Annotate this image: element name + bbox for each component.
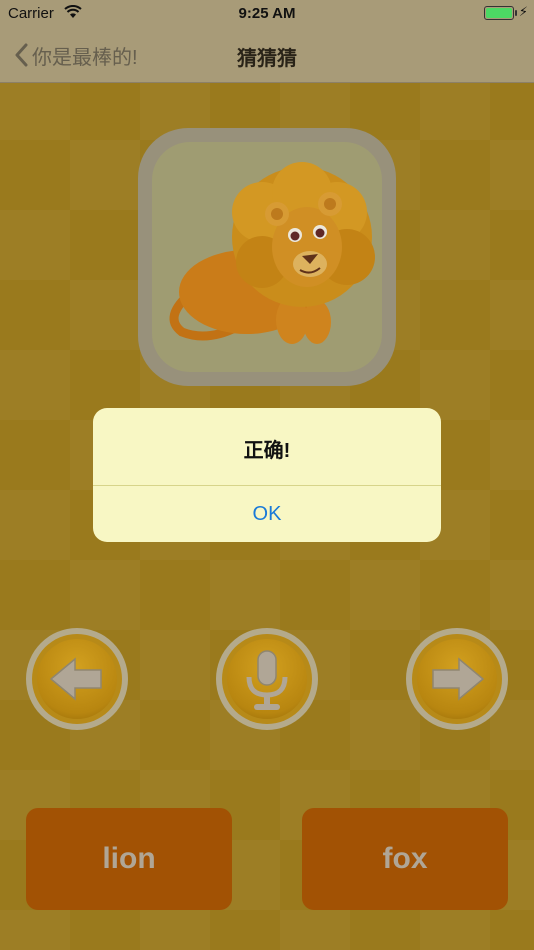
arrow-right-icon	[432, 657, 485, 701]
page-title: 猜猜猜	[237, 48, 297, 70]
answer-button-fox[interactable]: fox	[302, 808, 508, 910]
alert-dialog: 正确! OK	[93, 408, 441, 542]
arrow-left-icon	[49, 657, 102, 701]
previous-button[interactable]	[26, 628, 128, 730]
status-bar: Carrier 9:25 AM ⚡	[0, 0, 534, 28]
status-time: 9:25 AM	[238, 5, 296, 22]
navigation-bar: 你是最棒的! 猜猜猜	[0, 28, 534, 83]
microphone-button[interactable]	[216, 628, 318, 730]
answer-button-lion[interactable]: lion	[26, 808, 232, 910]
next-button[interactable]	[406, 628, 508, 730]
alert-ok-button[interactable]: OK	[93, 486, 441, 542]
microphone-icon	[246, 650, 288, 710]
charging-icon: ⚡	[518, 4, 528, 19]
battery-icon	[484, 6, 514, 20]
alert-title: 正确!	[243, 440, 291, 462]
battery-cap	[515, 10, 517, 16]
